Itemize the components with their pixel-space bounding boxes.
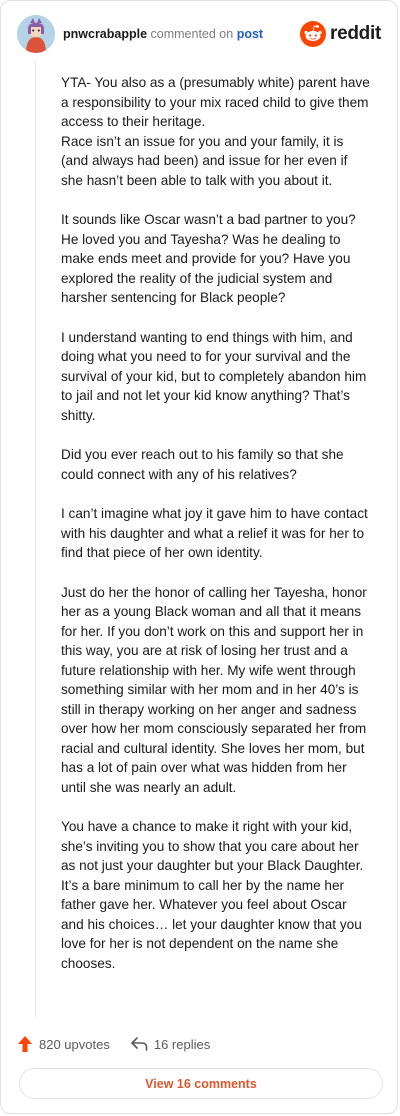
avatar-icon [17, 15, 55, 53]
reddit-alien-icon [300, 21, 327, 47]
upvote-arrow-icon [17, 1035, 33, 1053]
comment-byline: pnwcrabapple commented on post [63, 27, 263, 41]
comment-paragraph: Just do her the honor of calling her Tay… [61, 584, 367, 795]
comment-paragraph: It sounds like Oscar wasn’t a bad partne… [61, 212, 356, 305]
comment-card: pnwcrabapple commented on post reddit YT… [0, 0, 398, 1114]
replies-button[interactable]: 16 replies [130, 1036, 210, 1052]
thread-line [35, 61, 36, 1017]
comment-line: YTA- You also as a (presumably white) pa… [61, 75, 370, 129]
comment-paragraph: I can’t imagine what joy it gave him to … [61, 506, 368, 560]
reddit-logo[interactable]: reddit [300, 21, 381, 47]
comment-line: Race isn’t an issue for you and your fam… [61, 133, 348, 188]
comment-paragraph: I understand wanting to end things with … [61, 329, 367, 423]
reddit-wordmark: reddit [330, 23, 381, 44]
comment-paragraph: Did you ever reach out to his family so … [61, 447, 344, 482]
comment-body: YTA- You also as a (presumably white) pa… [61, 73, 371, 973]
view-comments-button[interactable]: View 16 comments [19, 1068, 383, 1099]
post-link[interactable]: post [237, 27, 263, 41]
reply-arrow-icon [130, 1036, 148, 1052]
comment-paragraph: You have a chance to make it right with … [61, 819, 364, 971]
reply-count: 16 replies [153, 1036, 211, 1052]
user-avatar[interactable] [17, 15, 55, 53]
action-text: commented on [150, 27, 234, 41]
upvote-button[interactable]: 820 upvotes [17, 1035, 110, 1053]
comment-paragraph: YTA- You also as a (presumably white) pa… [61, 73, 371, 190]
username-link[interactable]: pnwcrabapple [63, 27, 147, 41]
upvote-count: 820 upvotes [39, 1036, 110, 1052]
comment-footer: 820 upvotes 16 replies [17, 1031, 210, 1057]
comment-header: pnwcrabapple commented on post reddit [17, 15, 383, 55]
